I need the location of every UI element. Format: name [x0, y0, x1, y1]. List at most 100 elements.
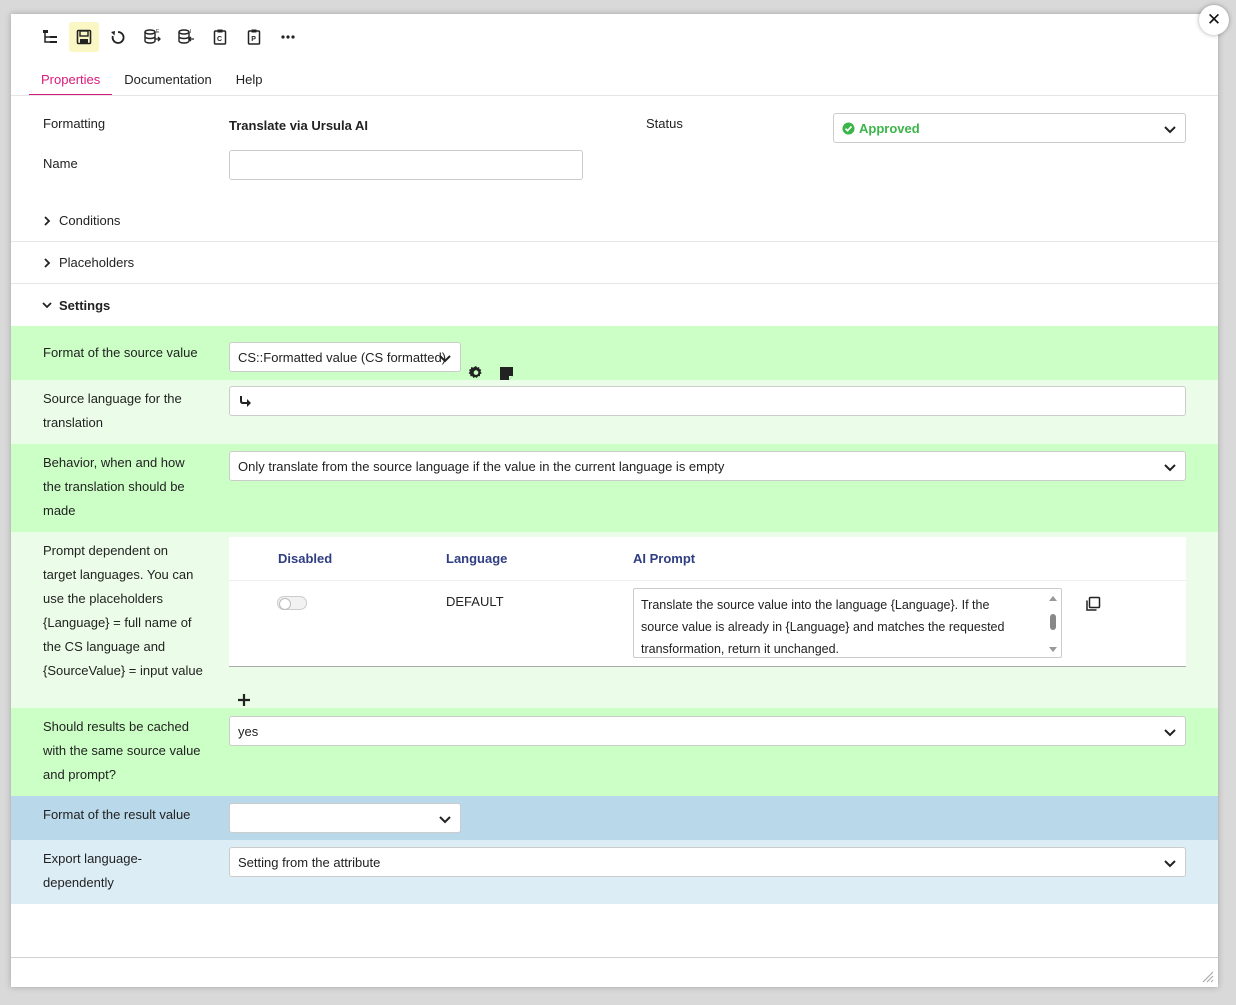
chevron-down-icon [1164, 860, 1176, 868]
source-format-value: CS::Formatted value (CS formatted) [238, 349, 447, 365]
cache-label-line3: and prompt? [43, 767, 116, 782]
placeholders-label: Placeholders [59, 255, 135, 270]
reload-button[interactable] [103, 22, 133, 52]
behavior-value: Only translate from the source language … [238, 458, 725, 474]
chevron-right-icon [44, 215, 51, 226]
behavior-label-line2: the translation should be [43, 479, 185, 494]
cache-row: Should results be cached with the same s… [11, 708, 1218, 796]
prompt-label-line: target languages. You can [43, 567, 194, 582]
toolbar: E I C P [35, 22, 303, 52]
export-value: Setting from the attribute [238, 854, 381, 870]
result-format-label: Format of the result value [43, 807, 191, 822]
status-select[interactable]: Approved [833, 113, 1186, 143]
svg-text:E: E [156, 29, 160, 35]
chevron-down-icon [1164, 126, 1176, 134]
conditions-section[interactable]: Conditions [11, 200, 1218, 242]
chevron-down-icon [42, 302, 52, 309]
cache-label-line1: Should results be cached [43, 719, 189, 734]
properties-dialog: E I C P Properties Documentation Help Fo… [11, 14, 1218, 987]
add-prompt-button[interactable] [235, 691, 253, 709]
clipboard-paste-button[interactable]: P [239, 22, 269, 52]
behavior-label-line3: made [43, 503, 76, 518]
source-format-label: Format of the source value [43, 345, 198, 360]
result-format-select[interactable] [229, 803, 461, 833]
save-icon [76, 29, 92, 45]
formatting-value: Translate via Ursula AI [229, 118, 368, 133]
chevron-down-icon [439, 355, 451, 363]
settings-label: Settings [59, 297, 111, 313]
svg-text:C: C [217, 36, 222, 43]
gear-icon [468, 365, 482, 379]
tree-view-button[interactable] [35, 22, 65, 52]
row-language: DEFAULT [446, 594, 504, 609]
settings-section[interactable]: Settings [11, 284, 1218, 326]
name-label: Name [43, 156, 78, 171]
tab-help[interactable]: Help [224, 66, 275, 96]
behavior-row: Behavior, when and how the translation s… [11, 444, 1218, 532]
disabled-toggle[interactable] [277, 596, 307, 610]
inherit-arrow-icon [240, 396, 251, 407]
clipboard-paste-icon: P [247, 29, 261, 45]
tab-properties[interactable]: Properties [29, 66, 113, 96]
name-input[interactable] [229, 150, 583, 180]
status-label: Status [646, 116, 683, 131]
close-button[interactable]: ✕ [1199, 5, 1229, 35]
svg-text:P: P [251, 36, 256, 43]
db-import-icon: I [178, 29, 194, 44]
col-header-language: Language [446, 551, 508, 566]
tree-icon [43, 30, 57, 43]
plus-icon [238, 694, 250, 706]
save-button[interactable] [69, 22, 99, 52]
cache-select[interactable]: yes [229, 716, 1186, 746]
source-format-select[interactable]: CS::Formatted value (CS formatted) [229, 342, 461, 372]
source-language-input[interactable] [229, 386, 1186, 416]
export-label-line1: Export language- [43, 851, 143, 866]
source-lang-label-line2: translation [43, 415, 103, 430]
chevron-down-icon [1164, 464, 1176, 472]
tab-documentation[interactable]: Documentation [112, 66, 223, 96]
db-export-button[interactable]: E [137, 22, 167, 52]
source-lang-label-line1: Source language for the [43, 391, 182, 406]
db-export-icon: E [144, 29, 161, 44]
prompt-text-line: source value is already in {Language} an… [641, 620, 1005, 634]
col-header-prompt: AI Prompt [633, 551, 696, 566]
conditions-label: Conditions [59, 213, 121, 228]
tab-bar: Properties Documentation Help [29, 66, 274, 96]
chevron-right-icon [44, 257, 51, 268]
export-select[interactable]: Setting from the attribute [229, 847, 1186, 877]
copy-icon [1086, 596, 1101, 611]
resize-grip-icon[interactable] [1200, 969, 1214, 983]
more-button[interactable] [273, 22, 303, 52]
svg-text:I: I [190, 29, 191, 35]
prompt-label-line: use the placeholders [43, 591, 163, 606]
placeholders-section[interactable]: Placeholders [11, 242, 1218, 284]
more-icon [281, 35, 295, 39]
behavior-select[interactable]: Only translate from the source language … [229, 451, 1186, 481]
chevron-down-icon [1164, 729, 1176, 737]
prompt-label-line: Prompt dependent on [43, 543, 169, 558]
clipboard-copy-button[interactable]: C [205, 22, 235, 52]
formatting-label: Formatting [43, 116, 106, 131]
cache-value: yes [238, 723, 259, 739]
source-format-row: Format of the source value CS::Formatted… [11, 326, 1218, 380]
reload-icon [111, 31, 125, 44]
sticky-note-icon [499, 366, 513, 380]
prompt-label-line: {Language} = full name of [43, 615, 192, 630]
export-label-line2: dependently [43, 875, 114, 890]
status-value: Approved [859, 120, 920, 136]
prompt-label-line: {SourceValue} = input value [43, 663, 203, 678]
textarea-scrollbar[interactable] [1048, 595, 1058, 653]
result-format-row: Format of the result value [11, 796, 1218, 840]
prompt-label-line: the CS language and [43, 639, 166, 654]
check-circle-icon [842, 121, 855, 135]
tabs-divider [11, 95, 1218, 96]
prompt-text-line: transformation, return it unchanged. [641, 642, 840, 656]
ai-prompt-textarea[interactable]: Translate the source value into the lang… [633, 588, 1062, 658]
db-import-button[interactable]: I [171, 22, 201, 52]
table-header-divider [229, 580, 1186, 581]
source-language-row: Source language for the translation [11, 380, 1218, 444]
footer-divider [11, 957, 1218, 958]
copy-prompt-button[interactable] [1084, 595, 1102, 613]
clipboard-copy-icon: C [213, 29, 227, 45]
col-header-disabled: Disabled [278, 551, 333, 566]
